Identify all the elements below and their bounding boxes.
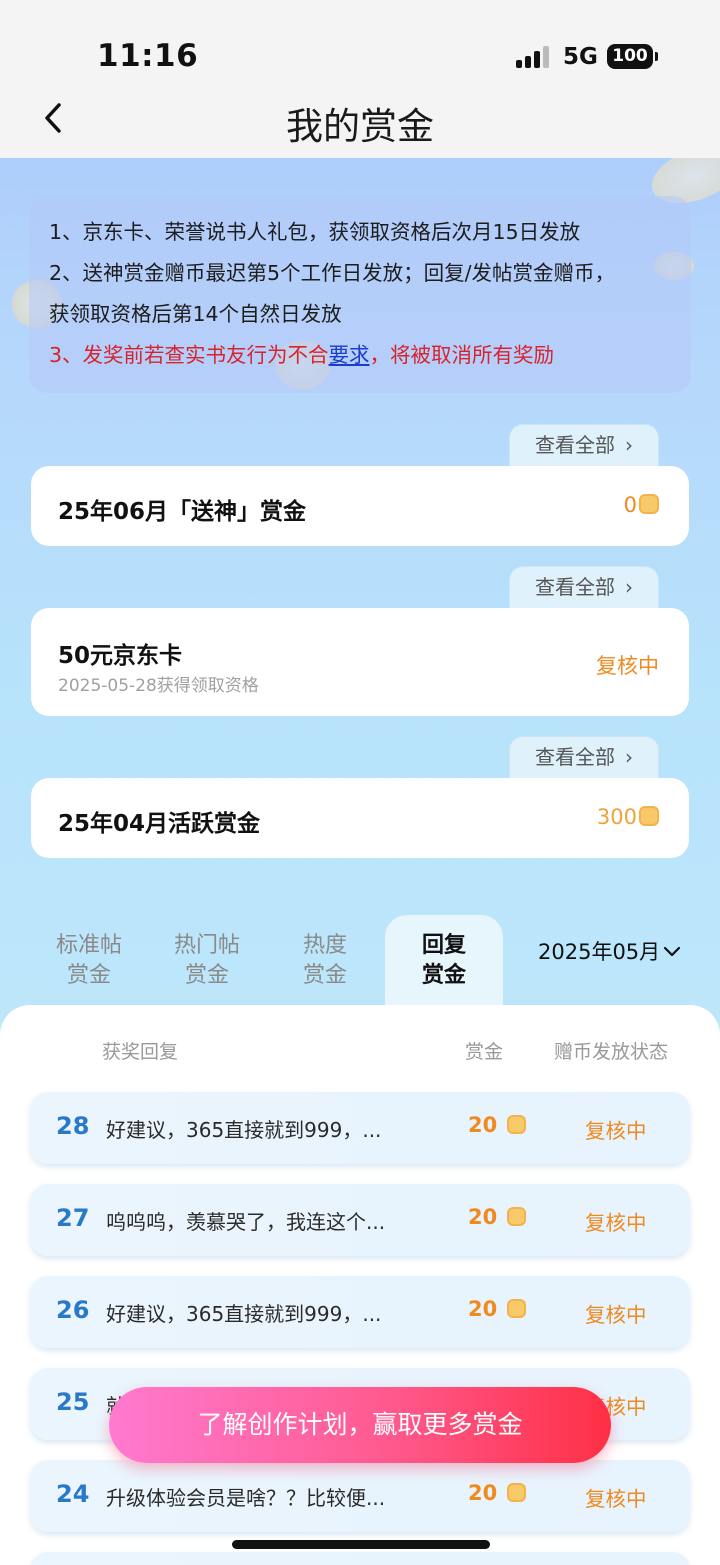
item-amount: 20 bbox=[468, 1205, 526, 1229]
list-item[interactable]: 24 升级体验会员是啥？？比较便... 20 复核中 bbox=[30, 1460, 690, 1532]
home-indicator[interactable] bbox=[232, 1540, 490, 1549]
requirements-link[interactable]: 要求 bbox=[329, 343, 370, 367]
page-title: 我的赏金 bbox=[286, 105, 434, 148]
notice-line-4: 3、发奖前若查实书友行为不合要求，将被取消所有奖励 bbox=[49, 335, 671, 376]
tab-heat[interactable]: 热度 赏金 bbox=[266, 931, 384, 991]
column-header-bounty: 赏金 bbox=[465, 1041, 504, 1063]
item-number: 28 bbox=[56, 1112, 90, 1140]
card-status: 复核中 bbox=[596, 654, 659, 678]
top-bar: 11:16 5G 100 我的赏金 bbox=[0, 0, 720, 158]
coin-icon bbox=[639, 494, 659, 514]
item-status: 复核中 bbox=[585, 1303, 647, 1327]
bounty-card-jd-card[interactable]: 50元京东卡 2025-05-28获得领取资格 复核中 bbox=[31, 608, 689, 716]
creation-plan-button[interactable]: 了解创作计划，赢取更多赏金 bbox=[109, 1387, 611, 1463]
notice-line-3: 获领取资格后第14个自然日发放 bbox=[49, 302, 342, 326]
card-title: 25年04月活跃赏金 bbox=[58, 811, 261, 837]
tab-hot-post[interactable]: 热门帖 赏金 bbox=[148, 931, 266, 991]
chevron-right-icon: › bbox=[625, 745, 633, 769]
list-item[interactable]: 28 好建议，365直接就到999，... 20 复核中 bbox=[30, 1092, 690, 1164]
card-title: 50元京东卡 bbox=[58, 643, 183, 669]
item-text: 好建议，365直接就到999，... bbox=[106, 1118, 382, 1142]
coin-icon bbox=[506, 1482, 526, 1502]
status-time: 11:16 bbox=[97, 38, 199, 74]
list-item bbox=[30, 1552, 690, 1565]
list-item[interactable]: 26 好建议，365直接就到999，... 20 复核中 bbox=[30, 1276, 690, 1348]
item-number: 26 bbox=[56, 1296, 90, 1324]
view-all-label: 查看全部 bbox=[535, 433, 615, 457]
card-subtitle: 2025-05-28获得领取资格 bbox=[58, 676, 259, 696]
tab-standard-post[interactable]: 标准帖 赏金 bbox=[30, 931, 148, 991]
view-all-label: 查看全部 bbox=[535, 745, 615, 769]
view-all-button[interactable]: 查看全部 › bbox=[509, 424, 659, 466]
item-amount: 20 bbox=[468, 1113, 526, 1137]
notice-warning-text-end: ，将被取消所有奖励 bbox=[369, 343, 555, 367]
battery-icon: 100 bbox=[607, 44, 658, 69]
item-status: 复核中 bbox=[585, 1487, 647, 1511]
item-text: 升级体验会员是啥？？比较便... bbox=[106, 1486, 386, 1510]
item-text: 呜呜呜，羡慕哭了，我连这个... bbox=[106, 1210, 386, 1234]
coin-icon bbox=[639, 806, 659, 826]
item-amount: 20 bbox=[468, 1481, 526, 1505]
notice-line-2: 2、送神赏金赠币最迟第5个工作日发放；回复/发帖赏金赠币， bbox=[49, 261, 615, 285]
list-item[interactable]: 27 呜呜呜，羡慕哭了，我连这个... 20 复核中 bbox=[30, 1184, 690, 1256]
card-value: 0 bbox=[624, 493, 659, 517]
view-all-label: 查看全部 bbox=[535, 575, 615, 599]
month-selector[interactable]: 2025年05月 bbox=[538, 936, 681, 966]
card-value: 300 bbox=[597, 805, 659, 829]
column-header-status: 赠币发放状态 bbox=[554, 1041, 669, 1063]
chevron-right-icon: › bbox=[625, 433, 633, 457]
tab-reply[interactable]: 回复 赏金 bbox=[385, 915, 503, 1010]
notice-warning-text: 3、发奖前若查实书友行为不合 bbox=[49, 343, 329, 367]
item-status: 复核中 bbox=[585, 1119, 647, 1143]
signal-icon bbox=[516, 46, 552, 68]
coin-icon bbox=[506, 1206, 526, 1226]
coin-icon bbox=[506, 1114, 526, 1134]
item-number: 27 bbox=[56, 1204, 90, 1232]
network-label: 5G bbox=[563, 44, 598, 70]
item-number: 24 bbox=[56, 1480, 90, 1508]
notice-box: 1、京东卡、荣誉说书人礼包，获领取资格后次月15日发放 2、送神赏金赠币最迟第5… bbox=[29, 196, 691, 393]
item-status: 复核中 bbox=[585, 1211, 647, 1235]
card-title: 25年06月「送神」赏金 bbox=[58, 499, 307, 525]
chevron-down-icon bbox=[664, 946, 681, 957]
item-number: 25 bbox=[56, 1388, 90, 1416]
view-all-button[interactable]: 查看全部 › bbox=[509, 736, 659, 778]
notice-line-1: 1、京东卡、荣誉说书人礼包，获领取资格后次月15日发放 bbox=[49, 220, 581, 244]
item-text: 好建议，365直接就到999，... bbox=[106, 1302, 382, 1326]
bounty-card-active[interactable]: 25年04月活跃赏金 300 bbox=[31, 778, 689, 858]
item-amount: 20 bbox=[468, 1297, 526, 1321]
bounty-card-send-god[interactable]: 25年06月「送神」赏金 0 bbox=[31, 466, 689, 546]
column-header-reply: 获奖回复 bbox=[102, 1041, 179, 1063]
chevron-right-icon: › bbox=[625, 575, 633, 599]
view-all-button[interactable]: 查看全部 › bbox=[509, 566, 659, 608]
coin-icon bbox=[506, 1298, 526, 1318]
